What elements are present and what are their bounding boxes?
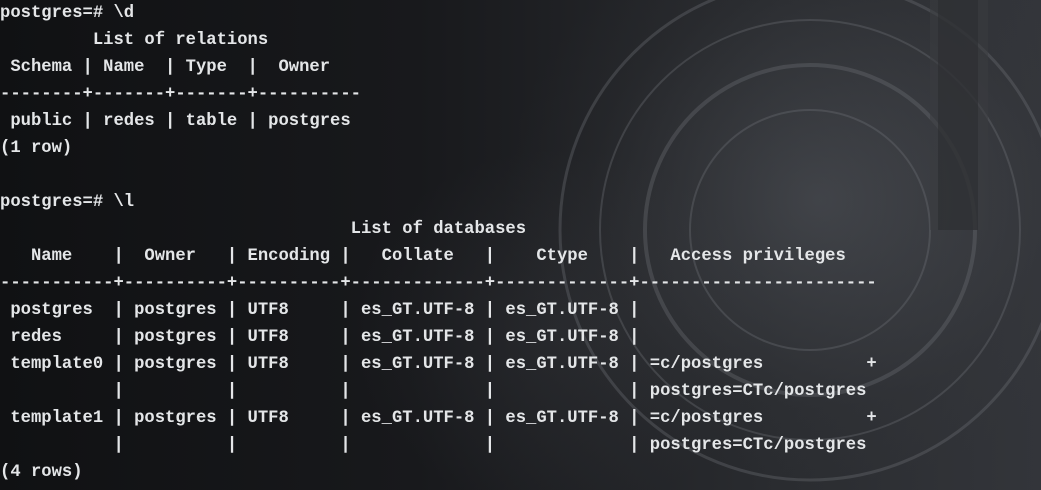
terminal-line: -----------+----------+----------+------… (0, 274, 877, 293)
terminal-line: public | redes | table | postgres (0, 112, 351, 131)
terminal-line: List of relations (0, 31, 269, 50)
terminal-line: postgres=# \d (0, 4, 135, 23)
terminal-line: (1 row) (0, 139, 73, 158)
terminal-window[interactable]: postgres=# \d List of relations Schema |… (0, 0, 1041, 490)
terminal-line: | | | | | postgres=CTc/postgres (0, 436, 867, 455)
terminal-line: postgres | postgres | UTF8 | es_GT.UTF-8… (0, 301, 640, 320)
terminal-line: | | | | | postgres=CTc/postgres (0, 382, 867, 401)
terminal-line: List of databases (0, 220, 527, 239)
terminal-line: template0 | postgres | UTF8 | es_GT.UTF-… (0, 355, 877, 374)
terminal-line: Schema | Name | Type | Owner (0, 58, 331, 77)
terminal-line: Name | Owner | Encoding | Collate | Ctyp… (0, 247, 846, 266)
terminal-line: (4 rows) (0, 463, 83, 482)
terminal-line: postgres=# \l (0, 193, 135, 212)
terminal-line: --------+-------+-------+---------- (0, 85, 361, 104)
terminal-line: template1 | postgres | UTF8 | es_GT.UTF-… (0, 409, 877, 428)
terminal-line: redes | postgres | UTF8 | es_GT.UTF-8 | … (0, 328, 640, 347)
